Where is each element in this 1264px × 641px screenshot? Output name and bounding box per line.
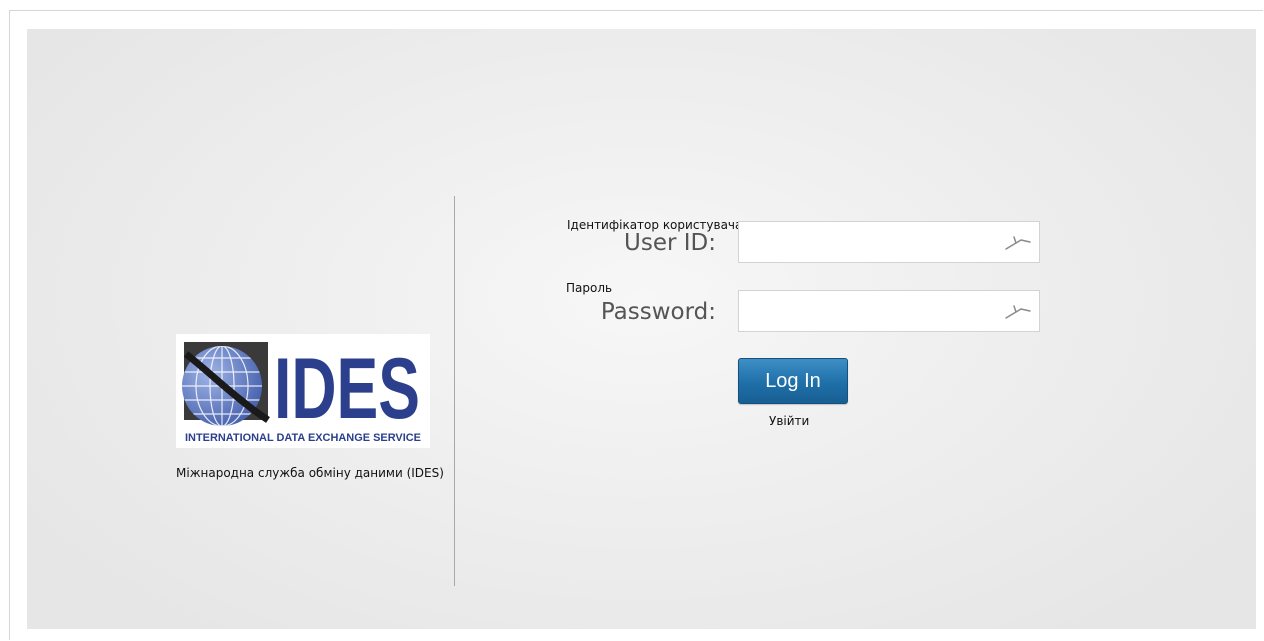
user-id-field[interactable] [738, 221, 1040, 263]
password-field[interactable] [738, 290, 1040, 332]
vertical-divider [454, 196, 455, 586]
login-button[interactable]: Log In [738, 358, 848, 404]
key-icon [1005, 236, 1031, 250]
ides-logo: IDES INTERNATIONAL DATA EXCHANGE SERVICE [176, 334, 430, 448]
user-id-input[interactable] [739, 222, 999, 262]
login-panel [27, 29, 1256, 629]
key-icon [1005, 305, 1031, 319]
logo-wordmark: IDES [274, 341, 420, 437]
password-translation: Пароль [566, 281, 613, 295]
logo-subtitle: INTERNATIONAL DATA EXCHANGE SERVICE [185, 432, 421, 444]
logo-caption: Міжнародна служба обміну даними (IDES) [176, 466, 444, 480]
password-label: Password: [600, 299, 716, 325]
globe-icon: IDES INTERNATIONAL DATA EXCHANGE SERVICE [182, 341, 421, 444]
user-id-label: User ID: [624, 230, 716, 256]
login-translation: Увійти [769, 414, 810, 428]
password-input[interactable] [739, 291, 999, 331]
